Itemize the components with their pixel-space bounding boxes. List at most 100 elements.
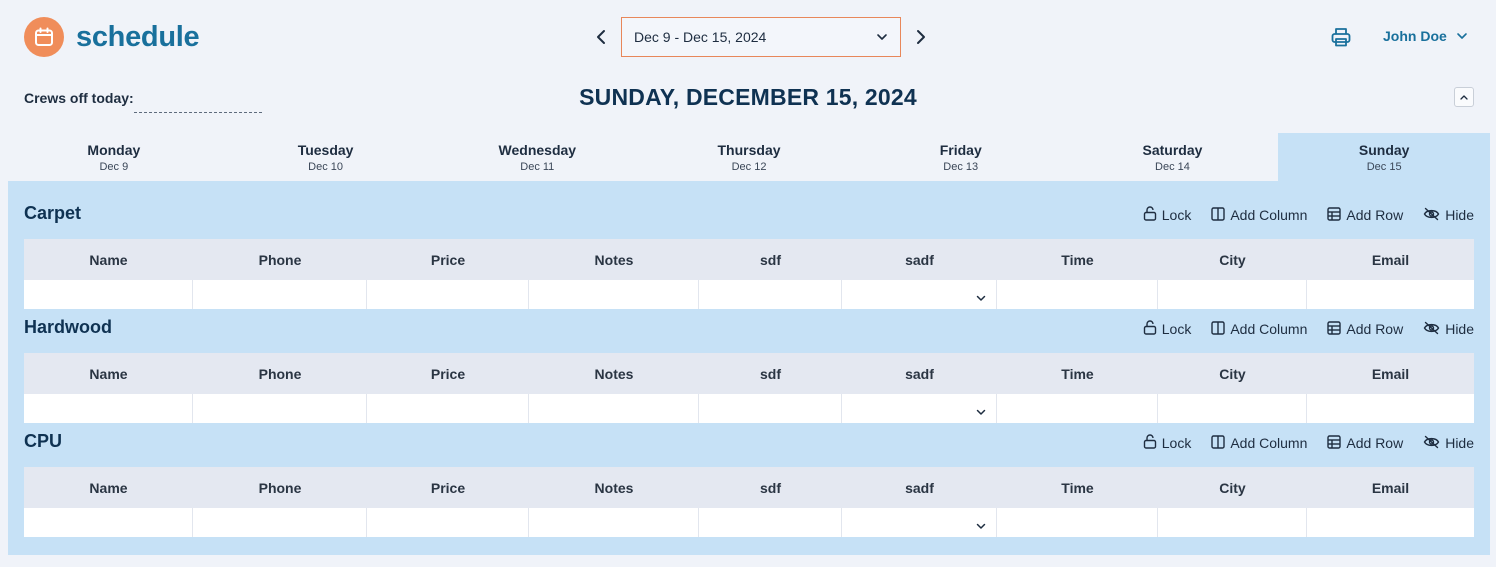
add-column-label: Add Column <box>1230 207 1308 223</box>
lock-button[interactable]: Lock <box>1143 320 1191 338</box>
week-select[interactable]: Dec 9 - Dec 15, 2024 <box>621 17 901 57</box>
column-header: Phone <box>258 251 302 268</box>
schedule-panel: Carpet Lock Add Column Add Row Hide Name Phone… <box>8 181 1490 555</box>
column-header: Price <box>430 365 466 382</box>
column-header: Email <box>1371 479 1410 496</box>
tab-monday[interactable]: Monday Dec 9 <box>8 133 220 182</box>
add-row-button[interactable]: Add Row <box>1327 206 1403 224</box>
table-cell[interactable] <box>367 508 529 537</box>
table-icon <box>1327 206 1346 224</box>
column-header: Time <box>1061 365 1094 382</box>
table-cell[interactable] <box>699 280 842 309</box>
column-header: sadf <box>905 479 934 496</box>
add-column-button[interactable]: Add Column <box>1211 320 1308 338</box>
chevron-down-icon <box>976 289 986 307</box>
table-cell[interactable] <box>529 394 699 423</box>
table-cell[interactable] <box>1307 394 1474 423</box>
tab-day-label: Thursday <box>717 142 781 158</box>
tab-day-label: Tuesday <box>297 142 354 158</box>
tab-saturday[interactable]: Saturday Dec 14 <box>1067 133 1279 182</box>
table-cell[interactable] <box>367 394 529 423</box>
table-cell[interactable] <box>367 280 529 309</box>
column-header: Phone <box>258 365 302 382</box>
table-cell[interactable] <box>529 508 699 537</box>
column-header: Notes <box>594 365 634 382</box>
tab-friday[interactable]: Friday Dec 13 <box>855 133 1067 182</box>
section-actions: Lock Add Column Add Row Hide <box>1123 434 1474 452</box>
column-header: Price <box>430 251 466 268</box>
tab-day-label: Friday <box>939 142 982 158</box>
add-column-label: Add Column <box>1230 321 1308 337</box>
add-row-label: Add Row <box>1346 321 1404 337</box>
tab-sunday[interactable]: Sunday Dec 15 <box>1278 133 1491 182</box>
column-header: City <box>1219 365 1246 382</box>
column-header: Time <box>1061 479 1094 496</box>
table-cell[interactable] <box>193 280 367 309</box>
column-header: Price <box>430 479 466 496</box>
table-header: Name Phone Price Notes sdf sadf Time City Email <box>24 353 1474 394</box>
table-cell[interactable] <box>24 508 193 537</box>
table-cell[interactable] <box>24 280 193 309</box>
tab-date-label: Dec 14 <box>1155 161 1190 173</box>
section-title: Carpet <box>24 203 82 223</box>
add-row-label: Add Row <box>1346 435 1404 451</box>
table-cell[interactable] <box>193 394 367 423</box>
tab-date-label: Dec 10 <box>308 161 343 173</box>
table-cell[interactable] <box>1158 508 1307 537</box>
chevron-left-icon[interactable] <box>590 17 612 57</box>
table-header: Name Phone Price Notes sdf sadf Time City Email <box>24 239 1474 280</box>
tab-day-label: Monday <box>87 142 141 158</box>
add-row-button[interactable]: Add Row <box>1327 434 1404 452</box>
hide-button[interactable]: Hide <box>1423 321 1474 338</box>
add-column-button[interactable]: Add Column <box>1211 434 1308 452</box>
table-cell[interactable] <box>1158 280 1307 309</box>
table-cell[interactable] <box>1158 394 1307 423</box>
table-cell[interactable] <box>699 394 842 423</box>
lock-button[interactable]: Lock <box>1143 434 1191 452</box>
hide-button[interactable]: Hide <box>1423 207 1474 224</box>
add-column-label: Add Column <box>1230 435 1308 451</box>
columns-icon <box>1211 434 1230 452</box>
table-cell-select[interactable] <box>842 280 997 309</box>
table-cell[interactable] <box>529 280 699 309</box>
table-cell[interactable] <box>699 508 842 537</box>
add-column-button[interactable]: Add Column <box>1211 206 1308 224</box>
tab-date-label: Dec 9 <box>99 161 129 173</box>
add-row-button[interactable]: Add Row <box>1327 320 1404 338</box>
user-menu[interactable]: John Doe <box>1383 28 1468 44</box>
tab-day-label: Wednesday <box>498 142 577 158</box>
columns-icon <box>1211 320 1230 338</box>
column-header: Notes <box>594 251 634 268</box>
column-header: Email <box>1371 251 1410 268</box>
table-cell-select[interactable] <box>842 508 997 537</box>
table-cell[interactable] <box>997 394 1158 423</box>
table-cell-select[interactable] <box>842 394 997 423</box>
lock-button[interactable]: Lock <box>1143 206 1191 224</box>
table-cell[interactable] <box>1307 508 1474 537</box>
chevron-down-icon <box>976 517 986 535</box>
tab-thursday[interactable]: Thursday Dec 12 <box>643 133 855 182</box>
table-cell[interactable] <box>24 394 193 423</box>
lock-icon <box>1143 206 1162 224</box>
hide-button[interactable]: Hide <box>1423 435 1474 452</box>
collapse-button[interactable] <box>1454 87 1474 107</box>
chevron-right-icon[interactable] <box>910 17 932 57</box>
section-table: Name Phone Price Notes sdf sadf Time City Email <box>24 353 1474 423</box>
hide-label: Hide <box>1445 435 1474 451</box>
column-header: City <box>1219 251 1246 268</box>
tab-tuesday[interactable]: Tuesday Dec 10 <box>220 133 432 182</box>
column-header: Name <box>89 251 128 268</box>
column-header: sdf <box>760 365 781 382</box>
calendar-icon <box>24 17 64 57</box>
column-header: Name <box>89 365 128 382</box>
table-cell[interactable] <box>997 280 1158 309</box>
table-cell[interactable] <box>1307 280 1474 309</box>
section-hardwood: Hardwood Lock Add Column Add Row Hide Name Pho… <box>24 317 1474 423</box>
section-title: Hardwood <box>24 317 112 337</box>
printer-icon[interactable] <box>1330 26 1352 48</box>
app-logo[interactable]: schedule <box>24 17 200 57</box>
table-cell[interactable] <box>193 508 367 537</box>
table-row <box>24 280 1474 309</box>
tab-wednesday[interactable]: Wednesday Dec 11 <box>431 133 643 182</box>
table-cell[interactable] <box>997 508 1158 537</box>
